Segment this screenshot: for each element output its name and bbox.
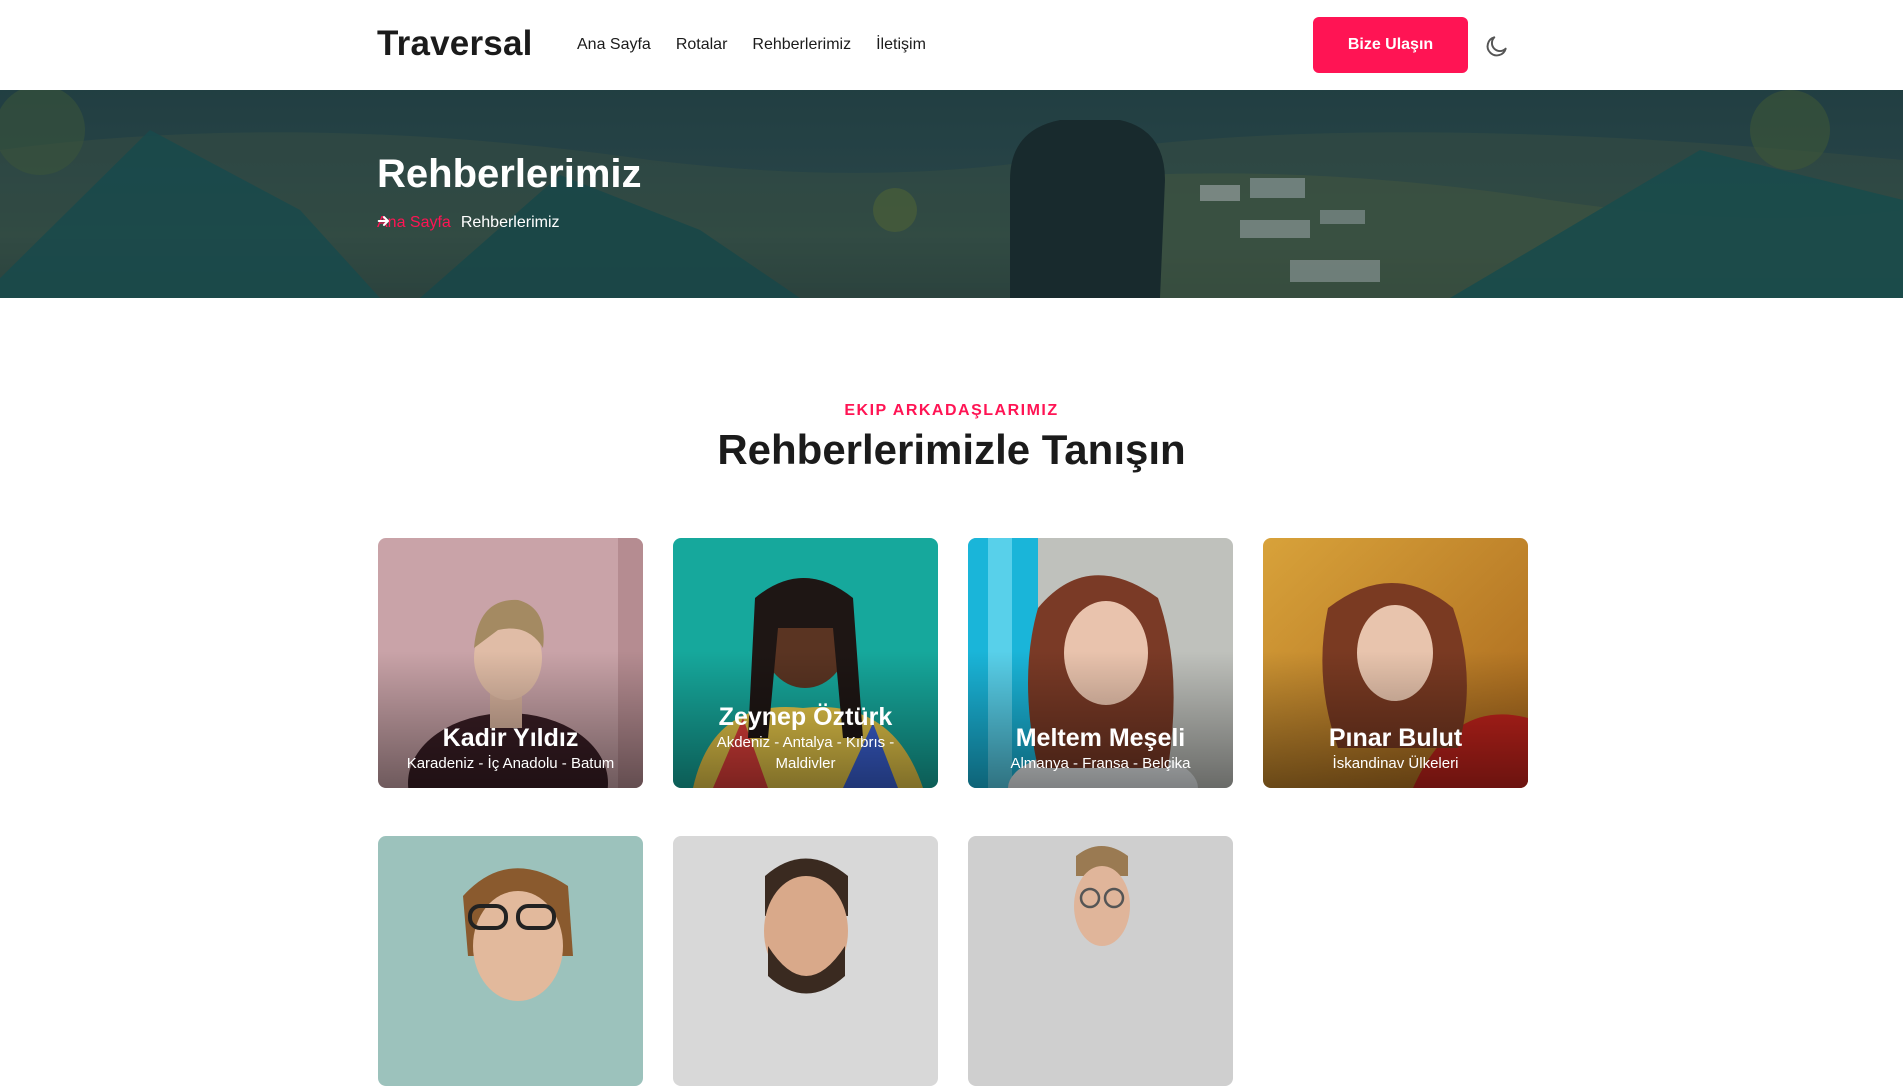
site-logo[interactable]: Traversal bbox=[377, 24, 533, 64]
moon-icon[interactable] bbox=[1484, 33, 1510, 59]
guide-card[interactable]: Zeynep Öztürk Akdeniz - Antalya - Kıbrıs… bbox=[673, 538, 938, 788]
guide-regions: Akdeniz - Antalya - Kıbrıs - Maldivler bbox=[716, 734, 895, 772]
guide-card[interactable] bbox=[673, 836, 938, 1086]
nav-item-routes[interactable]: Rotalar bbox=[676, 36, 728, 54]
guide-name: Pınar Bulut bbox=[1328, 724, 1463, 752]
guide-card[interactable] bbox=[378, 836, 643, 1086]
guide-photo bbox=[378, 836, 643, 1086]
main-nav: Ana Sayfa Rotalar Rehberlerimiz İletişim bbox=[577, 36, 926, 54]
guide-info: Pınar Bulut İskandinav Ülkeleri bbox=[1263, 723, 1528, 774]
arrow-right-icon bbox=[377, 216, 389, 226]
guide-info: Zeynep Öztürk Akdeniz - Antalya - Kıbrıs… bbox=[673, 702, 938, 774]
section-tagline: EKIP ARKADAŞLARIMIZ bbox=[844, 402, 1059, 419]
nav-item-contact[interactable]: İletişim bbox=[876, 36, 926, 54]
contact-us-button[interactable]: Bize Ulaşın bbox=[1313, 17, 1468, 73]
guide-photo bbox=[968, 836, 1233, 1086]
breadcrumb: Ana Sayfa Rehberlerimiz bbox=[377, 214, 560, 232]
guide-card[interactable]: Pınar Bulut İskandinav Ülkeleri bbox=[1263, 538, 1528, 788]
section-title: Rehberlerimizle Tanışın bbox=[717, 426, 1186, 473]
breadcrumb-current: Rehberlerimiz bbox=[460, 214, 560, 231]
guide-info: Kadir Yıldız Karadeniz - İç Anadolu - Ba… bbox=[378, 723, 643, 774]
page-hero: Rehberlerimiz Ana Sayfa Rehberlerimiz bbox=[0, 90, 1903, 298]
guide-card[interactable]: Kadir Yıldız Karadeniz - İç Anadolu - Ba… bbox=[378, 538, 643, 788]
guide-name: Zeynep Öztürk bbox=[718, 703, 893, 731]
nav-item-guides[interactable]: Rehberlerimiz bbox=[752, 36, 851, 54]
page-title: Rehberlerimiz bbox=[377, 152, 642, 196]
guide-photo bbox=[673, 836, 938, 1086]
guide-regions: Almanya - Fransa - Belçika bbox=[1010, 755, 1191, 772]
hero-background-image bbox=[0, 90, 1903, 298]
site-header: Traversal Ana Sayfa Rotalar Rehberlerimi… bbox=[0, 0, 1903, 90]
guide-info: Meltem Meşeli Almanya - Fransa - Belçika bbox=[968, 723, 1233, 774]
guide-card[interactable]: Meltem Meşeli Almanya - Fransa - Belçika bbox=[968, 538, 1233, 788]
guide-name: Meltem Meşeli bbox=[1015, 724, 1186, 752]
guide-name: Kadir Yıldız bbox=[442, 724, 579, 752]
guide-card[interactable] bbox=[968, 836, 1233, 1086]
nav-item-home[interactable]: Ana Sayfa bbox=[577, 36, 651, 54]
guide-regions: Karadeniz - İç Anadolu - Batum bbox=[406, 755, 615, 772]
guide-regions: İskandinav Ülkeleri bbox=[1332, 755, 1459, 772]
